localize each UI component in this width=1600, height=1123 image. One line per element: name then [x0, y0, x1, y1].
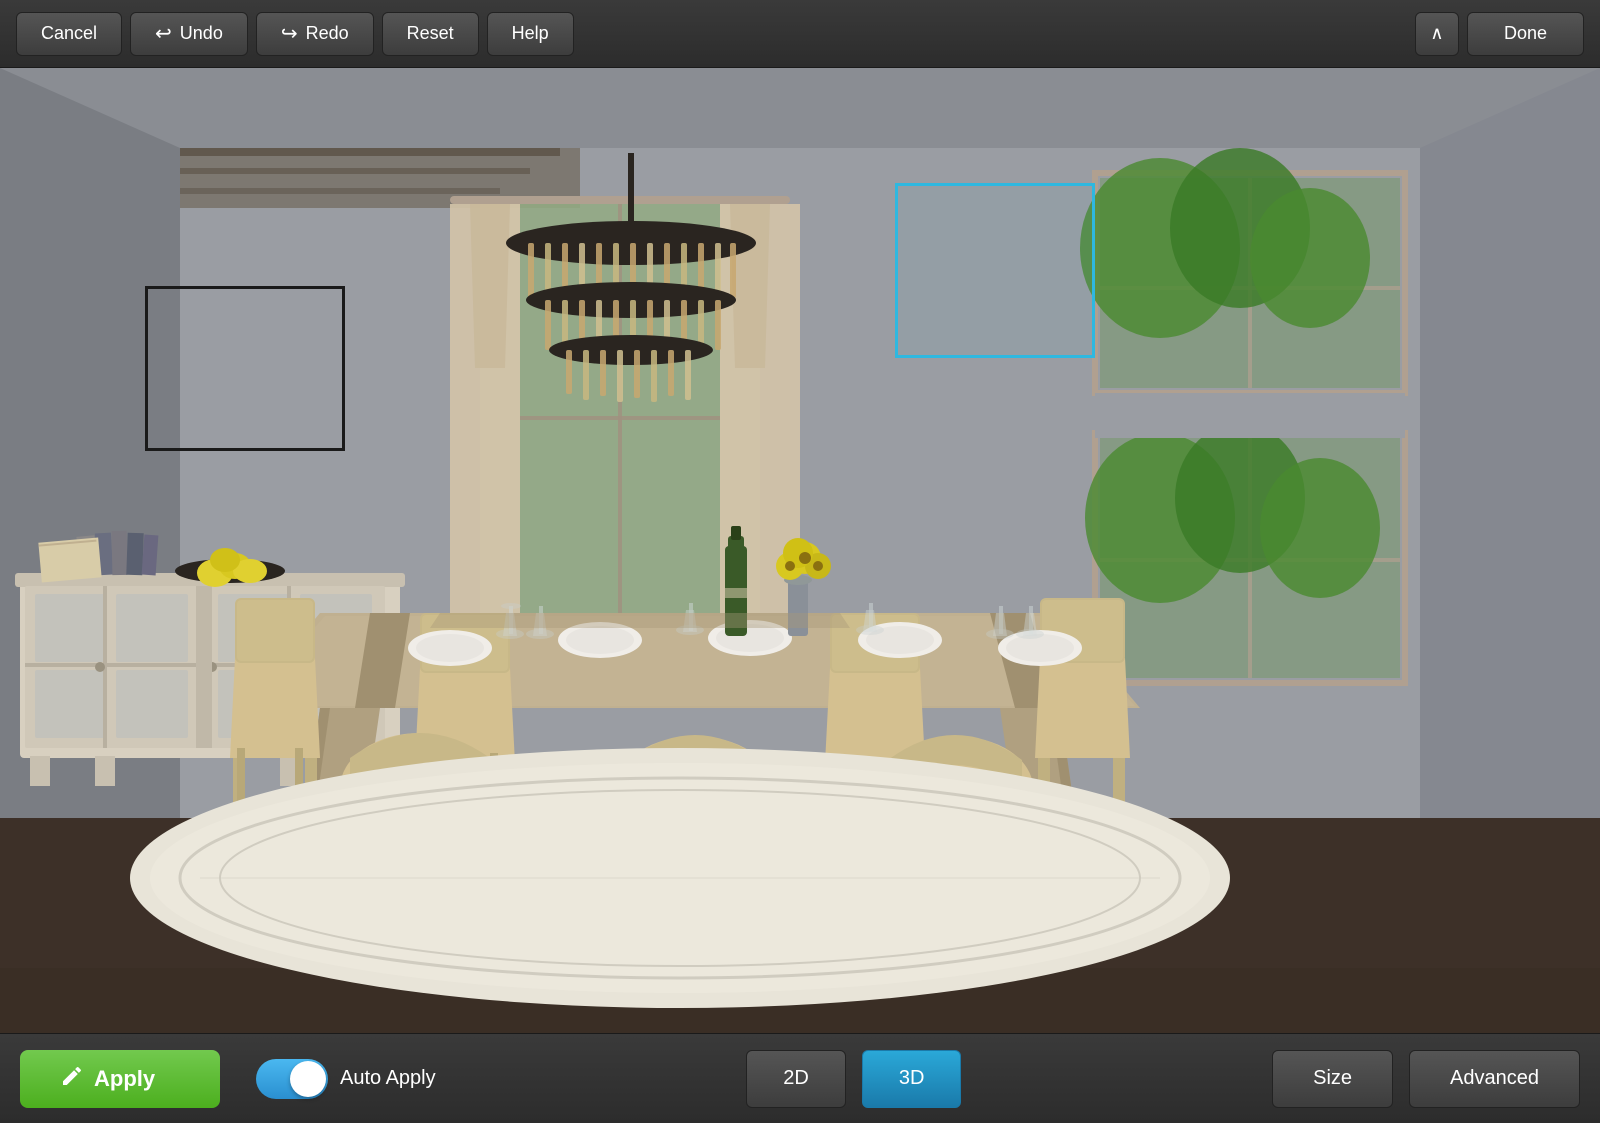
toggle-track	[256, 1059, 328, 1099]
size-label: Size	[1313, 1067, 1352, 1089]
chevron-up-icon: ∧	[1430, 23, 1443, 44]
auto-apply-label: Auto Apply	[340, 1067, 436, 1090]
undo-label: Undo	[180, 23, 223, 44]
toggle-thumb	[290, 1061, 326, 1097]
scene-area[interactable]	[0, 68, 1600, 1033]
view-3d-label: 3D	[899, 1067, 925, 1089]
advanced-button[interactable]: Advanced	[1409, 1050, 1580, 1108]
redo-label: Redo	[306, 23, 349, 44]
apply-button[interactable]: Apply	[20, 1050, 220, 1108]
advanced-label: Advanced	[1450, 1067, 1539, 1089]
cancel-button[interactable]: Cancel	[16, 12, 122, 56]
help-label: Help	[512, 23, 549, 44]
done-button[interactable]: Done	[1467, 12, 1584, 56]
auto-apply-group: Auto Apply	[256, 1059, 436, 1099]
view-3d-button[interactable]: 3D	[862, 1050, 962, 1108]
collapse-button[interactable]: ∧	[1415, 12, 1459, 56]
auto-apply-toggle[interactable]	[256, 1059, 328, 1099]
redo-button[interactable]: ↪ Redo	[256, 12, 374, 56]
help-button[interactable]: Help	[487, 12, 574, 56]
wall-frame[interactable]	[145, 286, 345, 451]
apply-icon	[60, 1064, 84, 1094]
cancel-label: Cancel	[41, 23, 97, 44]
undo-icon: ↩	[155, 21, 172, 46]
redo-icon: ↪	[281, 21, 298, 46]
reset-button[interactable]: Reset	[382, 12, 479, 56]
undo-button[interactable]: ↩ Undo	[130, 12, 248, 56]
apply-label: Apply	[94, 1066, 155, 1092]
size-button[interactable]: Size	[1272, 1050, 1393, 1108]
bottom-toolbar: Apply Auto Apply 2D 3D Size Advanced	[0, 1033, 1600, 1123]
view-2d-label: 2D	[783, 1067, 809, 1089]
done-label: Done	[1504, 23, 1547, 43]
reset-label: Reset	[407, 23, 454, 44]
top-toolbar: Cancel ↩ Undo ↪ Redo Reset Help ∧ Done	[0, 0, 1600, 68]
view-2d-button[interactable]: 2D	[746, 1050, 846, 1108]
selection-box[interactable]	[895, 183, 1095, 358]
room-scene	[0, 68, 1600, 1033]
